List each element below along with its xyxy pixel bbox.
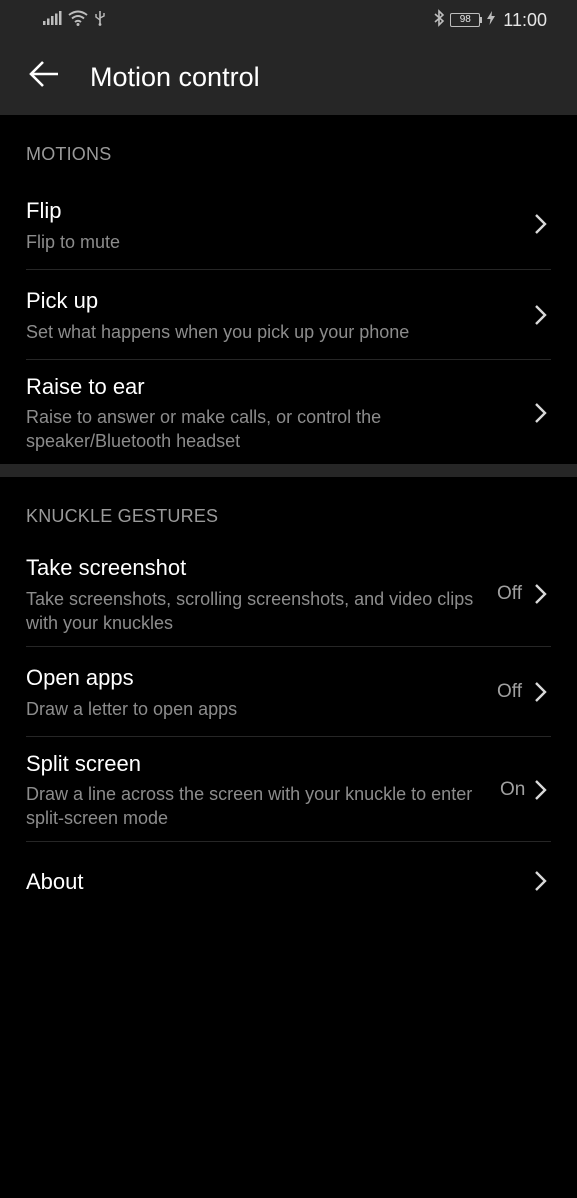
item-title: Pick up <box>26 288 99 313</box>
page-title: Motion control <box>90 62 260 92</box>
item-title: Flip <box>26 198 62 223</box>
item-status-value: Off <box>497 681 522 702</box>
item-subtitle: Raise to answer or make calls, or contro… <box>26 407 382 451</box>
status-icons-right: 98 11:00 <box>433 8 547 32</box>
list-item-pick-up[interactable]: Pick up Set what happens when you pick u… <box>0 270 577 359</box>
item-title: About <box>26 869 84 894</box>
list-item-split-screen[interactable]: Split screen Draw a line across the scre… <box>0 737 577 841</box>
signal-icon <box>42 10 62 30</box>
chevron-right-icon <box>532 303 548 327</box>
item-status-value: On <box>500 779 526 800</box>
chevron-right-icon <box>532 582 548 606</box>
item-title: Split screen <box>26 751 141 776</box>
list-item-flip[interactable]: Flip Flip to mute <box>0 180 577 269</box>
back-button[interactable] <box>22 54 66 98</box>
battery-body: 98 <box>450 13 481 27</box>
chevron-right-icon <box>532 680 548 704</box>
item-subtitle: Flip to mute <box>26 232 121 252</box>
battery-icon: 98 <box>450 13 483 27</box>
chevron-right-icon <box>532 212 548 236</box>
wifi-icon <box>68 10 88 31</box>
battery-level: 98 <box>459 14 471 25</box>
status-time: 11:00 <box>503 9 547 30</box>
status-bar: 98 11:00 <box>0 0 577 40</box>
section-header-knuckle-gestures: KNUCKLE GESTURES <box>26 506 219 526</box>
item-title: Take screenshot <box>26 555 187 580</box>
arrow-left-icon <box>28 58 60 95</box>
bluetooth-icon <box>433 8 445 32</box>
chevron-right-icon <box>532 778 548 802</box>
chevron-right-icon <box>532 401 548 425</box>
status-icons-left <box>42 10 106 30</box>
list-item-raise-to-ear[interactable]: Raise to ear Raise to answer or make cal… <box>0 360 577 464</box>
item-status-value: Off <box>497 583 522 604</box>
usb-icon <box>94 10 106 31</box>
chevron-right-icon <box>532 869 548 893</box>
item-subtitle: Draw a line across the screen with your … <box>26 784 473 828</box>
item-subtitle: Draw a letter to open apps <box>26 699 238 719</box>
section-separator <box>0 464 577 477</box>
list-item-open-apps[interactable]: Open apps Draw a letter to open apps Off <box>0 647 577 736</box>
item-title: Open apps <box>26 665 134 690</box>
charging-icon <box>487 10 496 30</box>
app-bar: Motion control <box>0 40 577 115</box>
list-item-about[interactable]: About <box>0 842 577 922</box>
list-item-take-screenshot[interactable]: Take screenshot Take screenshots, scroll… <box>0 545 577 646</box>
section-header-motions: MOTIONS <box>26 144 112 164</box>
top-bar: 98 11:00 Motion control <box>0 0 577 115</box>
battery-cap <box>480 17 483 23</box>
item-subtitle: Set what happens when you pick up your p… <box>26 322 410 342</box>
item-title: Raise to ear <box>26 374 145 399</box>
item-subtitle: Take screenshots, scrolling screenshots,… <box>26 589 474 633</box>
